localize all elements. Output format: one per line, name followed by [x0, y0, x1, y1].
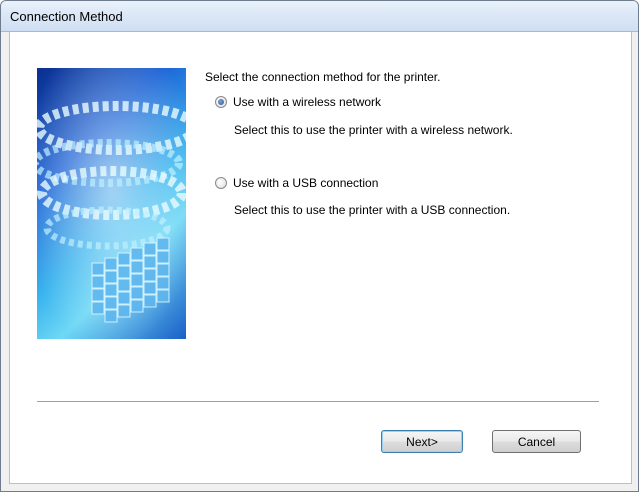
window-title: Connection Method: [10, 9, 123, 24]
cancel-button[interactable]: Cancel: [492, 430, 581, 453]
separator-line: [37, 401, 599, 403]
usb-connection-option[interactable]: Use with a USB connection: [215, 175, 378, 191]
usb-option-description: Select this to use the printer with a US…: [234, 203, 511, 217]
connection-prompt: Select the connection method for the pri…: [205, 70, 441, 84]
wireless-radio-button[interactable]: [215, 96, 227, 108]
usb-radio-button[interactable]: [215, 177, 227, 189]
connection-method-dialog: Connection Method Select the connection …: [0, 0, 639, 492]
wireless-option-label[interactable]: Use with a wireless network: [233, 95, 381, 109]
printer-swirl-illustration: [37, 68, 186, 339]
wireless-option-description: Select this to use the printer with a wi…: [234, 123, 513, 137]
dialog-body: Select the connection method for the pri…: [9, 32, 632, 484]
next-button[interactable]: Next>: [381, 430, 463, 453]
usb-option-label[interactable]: Use with a USB connection: [233, 176, 378, 190]
wireless-network-option[interactable]: Use with a wireless network: [215, 94, 381, 110]
title-bar: Connection Method: [1, 1, 638, 32]
